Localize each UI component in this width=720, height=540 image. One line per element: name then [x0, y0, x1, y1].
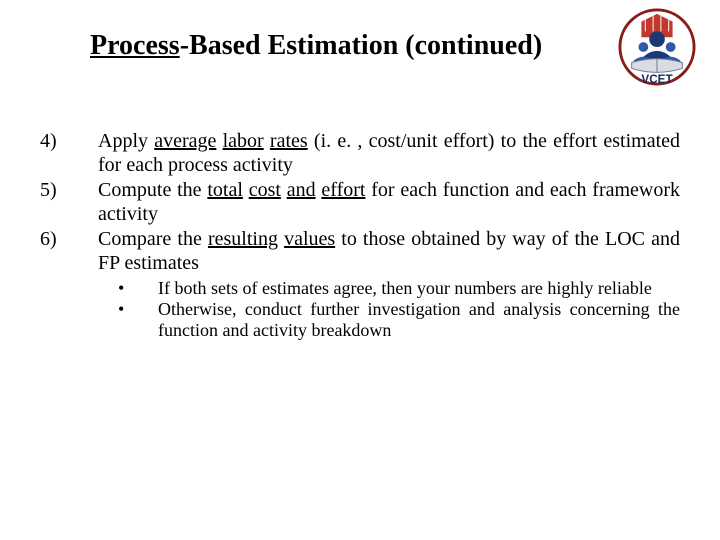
item-text: Compute the total cost and effort for ea… — [98, 179, 680, 226]
item-text: Apply average labor rates (i. e. , cost/… — [98, 130, 680, 177]
item-text: Compare the resulting values to those ob… — [98, 228, 680, 275]
bullet-icon: • — [118, 278, 158, 299]
sub-list-item: • If both sets of estimates agree, then … — [118, 278, 680, 299]
sub-list: • If both sets of estimates agree, then … — [118, 278, 680, 342]
sub-item-text: Otherwise, conduct further investigation… — [158, 299, 680, 341]
slide: Process-Based Estimation (continued) VCE… — [0, 0, 720, 540]
title-underlined: Process — [90, 30, 180, 61]
title-rest: -Based Estimation (continued) — [180, 30, 542, 61]
list-item: 6) Compare the resulting values to those… — [40, 228, 680, 275]
item-number: 6) — [40, 228, 98, 275]
item-number: 5) — [40, 179, 98, 226]
slide-title: Process-Based Estimation (continued) — [90, 30, 542, 62]
item-number: 4) — [40, 130, 98, 177]
bullet-icon: • — [118, 299, 158, 341]
sub-list-item: • Otherwise, conduct further investigati… — [118, 299, 680, 341]
list-item: 5) Compute the total cost and effort for… — [40, 179, 680, 226]
sub-item-text: If both sets of estimates agree, then yo… — [158, 278, 680, 299]
vcet-logo-icon: VCET — [618, 8, 696, 86]
list-item: 4) Apply average labor rates (i. e. , co… — [40, 130, 680, 177]
logo-label: VCET — [641, 73, 673, 86]
content-area: 4) Apply average labor rates (i. e. , co… — [40, 130, 680, 341]
